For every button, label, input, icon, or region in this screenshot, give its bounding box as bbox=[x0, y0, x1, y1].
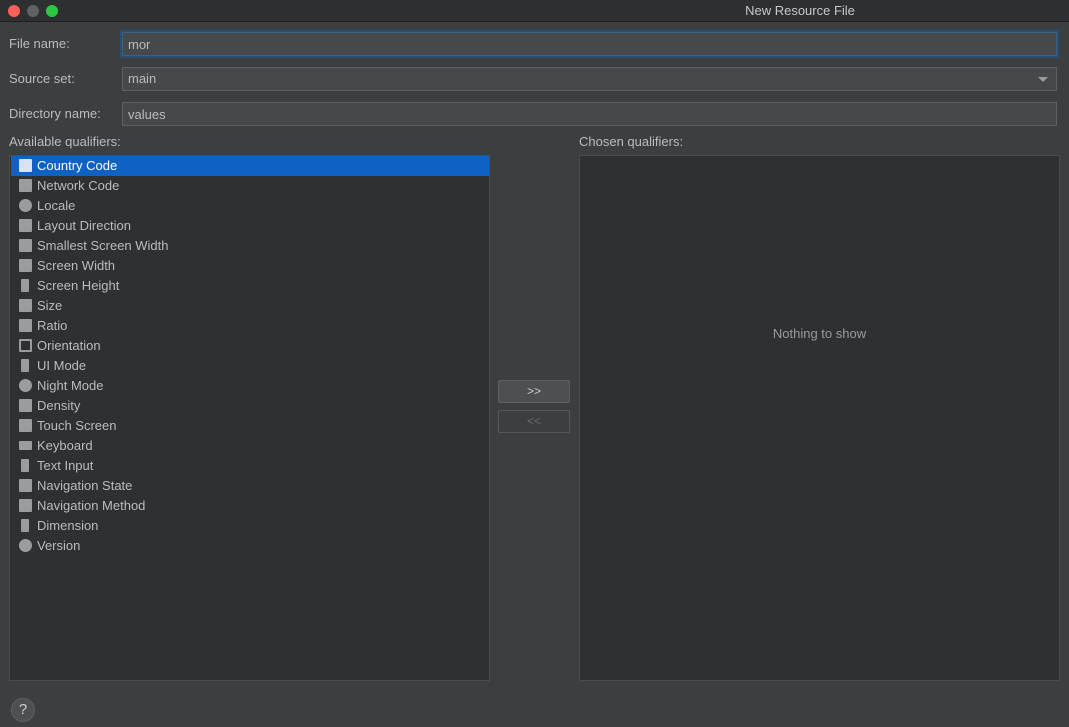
qualifier-night-mode[interactable]: Night Mode bbox=[11, 376, 489, 396]
qualifier-orientation[interactable]: Orientation bbox=[11, 336, 489, 356]
text-input-icon bbox=[21, 459, 29, 472]
qualifier-country-code[interactable]: Country Code bbox=[11, 156, 489, 176]
qualifier-navigation-state[interactable]: Navigation State bbox=[11, 476, 489, 496]
globe-icon bbox=[19, 199, 32, 212]
qualifier-touch-screen[interactable]: Touch Screen bbox=[11, 416, 489, 436]
qualifier-label: Version bbox=[37, 538, 81, 553]
chosen-qualifiers-list[interactable]: Nothing to show bbox=[579, 155, 1060, 681]
ratio-icon bbox=[19, 319, 32, 332]
qualifier-smallest-screen-width[interactable]: Smallest Screen Width bbox=[11, 236, 489, 256]
qualifier-screen-height[interactable]: Screen Height bbox=[11, 276, 489, 296]
qualifier-screen-width[interactable]: Screen Width bbox=[11, 256, 489, 276]
help-button[interactable]: ? bbox=[11, 698, 35, 722]
qualifier-ratio[interactable]: Ratio bbox=[11, 316, 489, 336]
file-name-input[interactable] bbox=[122, 32, 1057, 56]
qualifier-label: Density bbox=[37, 398, 81, 413]
empty-state-text: Nothing to show bbox=[772, 326, 867, 341]
screen-width-icon bbox=[19, 259, 32, 272]
qualifier-text-input[interactable]: Text Input bbox=[11, 456, 489, 476]
source-set-value: main bbox=[128, 71, 157, 86]
qualifier-version[interactable]: Version bbox=[11, 536, 489, 556]
qualifier-locale[interactable]: Locale bbox=[11, 196, 489, 216]
qualifier-label: Dimension bbox=[37, 518, 99, 533]
source-set-label: Source set: bbox=[9, 71, 75, 86]
android-icon bbox=[19, 539, 32, 552]
available-qualifiers-list[interactable]: Country Code Network Code Locale Layout … bbox=[9, 155, 490, 681]
qualifier-network-code[interactable]: Network Code bbox=[11, 176, 489, 196]
source-set-dropdown[interactable]: main bbox=[122, 67, 1057, 91]
qualifier-label: Navigation State bbox=[37, 478, 133, 493]
touch-screen-icon bbox=[19, 419, 32, 432]
qualifier-layout-direction[interactable]: Layout Direction bbox=[11, 216, 489, 236]
remove-qualifier-button[interactable]: << bbox=[498, 410, 570, 433]
qualifier-size[interactable]: Size bbox=[11, 296, 489, 316]
qualifier-label: Locale bbox=[37, 198, 76, 213]
title-bar: New Resource File bbox=[0, 0, 1069, 22]
qualifier-label: Size bbox=[37, 298, 63, 313]
size-icon bbox=[19, 299, 32, 312]
smallest-width-icon bbox=[19, 239, 32, 252]
country-code-icon bbox=[19, 159, 32, 172]
qualifier-label: Smallest Screen Width bbox=[37, 238, 169, 253]
qualifier-label: Navigation Method bbox=[37, 498, 146, 513]
qualifier-navigation-method[interactable]: Navigation Method bbox=[11, 496, 489, 516]
directory-name-label: Directory name: bbox=[9, 106, 101, 121]
qualifier-label: Touch Screen bbox=[37, 418, 117, 433]
available-qualifiers-label: Available qualifiers: bbox=[9, 134, 121, 149]
navigation-state-icon bbox=[19, 479, 32, 492]
qualifier-dimension[interactable]: Dimension bbox=[11, 516, 489, 536]
qualifier-label: Screen Height bbox=[37, 278, 120, 293]
qualifier-label: Network Code bbox=[37, 178, 120, 193]
qualifier-label: Screen Width bbox=[37, 258, 116, 273]
window-title: New Resource File bbox=[745, 3, 855, 18]
qualifier-ui-mode[interactable]: UI Mode bbox=[11, 356, 489, 376]
add-qualifier-button[interactable]: >> bbox=[498, 380, 570, 403]
dimension-icon bbox=[21, 519, 29, 532]
density-icon bbox=[19, 399, 32, 412]
orientation-icon bbox=[19, 339, 32, 352]
navigation-method-icon bbox=[19, 499, 32, 512]
qualifier-label: Layout Direction bbox=[37, 218, 131, 233]
chosen-qualifiers-label: Chosen qualifiers: bbox=[579, 134, 684, 149]
qualifier-keyboard[interactable]: Keyboard bbox=[11, 436, 489, 456]
chevron-down-icon bbox=[1038, 77, 1048, 82]
directory-name-input[interactable] bbox=[122, 102, 1057, 126]
qualifier-label: Ratio bbox=[37, 318, 68, 333]
network-code-icon bbox=[19, 179, 32, 192]
qualifier-label: Night Mode bbox=[37, 378, 104, 393]
ui-mode-icon bbox=[21, 359, 29, 372]
qualifier-label: Orientation bbox=[37, 338, 101, 353]
qualifier-label: Text Input bbox=[37, 458, 94, 473]
night-mode-icon bbox=[19, 379, 32, 392]
qualifier-label: Keyboard bbox=[37, 438, 93, 453]
qualifier-label: UI Mode bbox=[37, 358, 87, 373]
qualifier-label: Country Code bbox=[37, 158, 118, 173]
file-name-label: File name: bbox=[9, 36, 70, 51]
keyboard-icon bbox=[19, 441, 32, 450]
layout-direction-icon bbox=[19, 219, 32, 232]
qualifier-density[interactable]: Density bbox=[11, 396, 489, 416]
screen-height-icon bbox=[21, 279, 29, 292]
